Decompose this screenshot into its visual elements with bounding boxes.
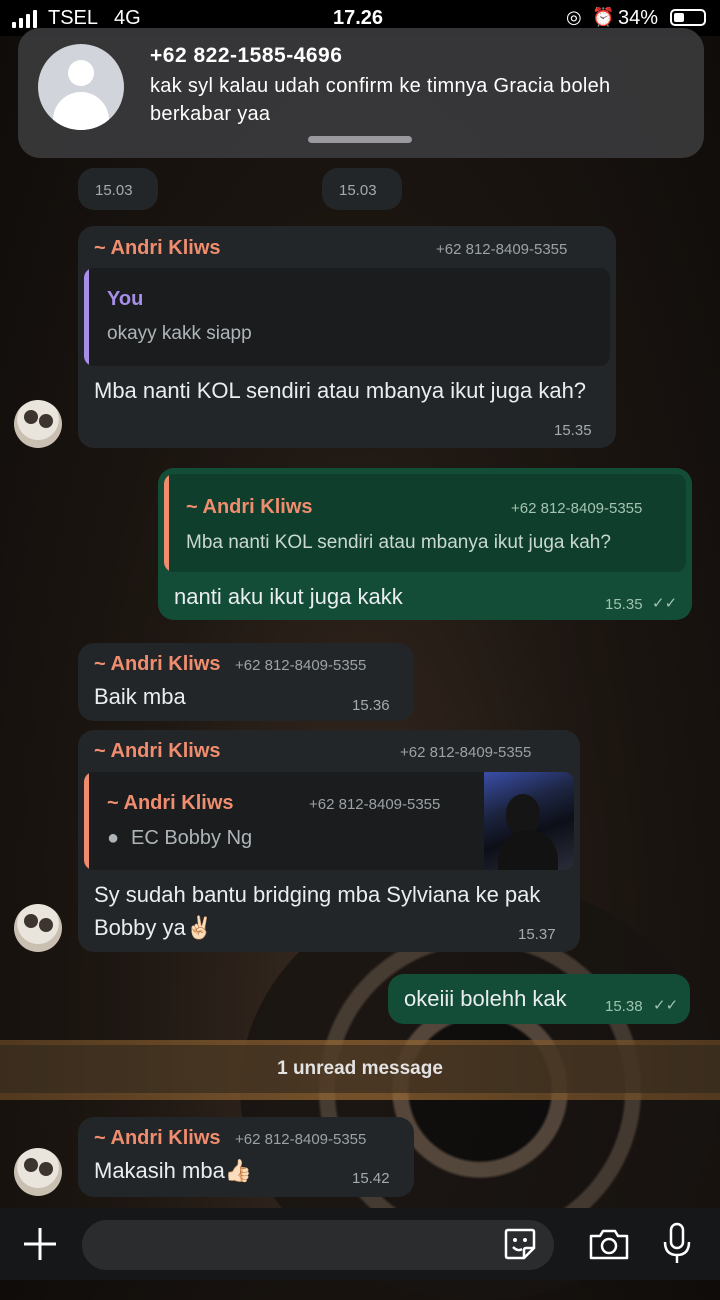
incoming-message[interactable]: ~ Andri Kliws +62 812-8409-5355 Makasih … [78,1117,414,1197]
plus-icon[interactable] [22,1226,58,1262]
sender-avatar[interactable] [14,400,62,448]
message-text: Baik mba [94,684,186,709]
quote-text: Mba nanti KOL sendiri atau mbanya ikut j… [186,532,611,553]
quote-sender: ~ Andri Kliws [186,496,313,518]
quote-phone: +62 812-8409-5355 [511,500,643,517]
message-text: Sy sudah bantu bridging mba Sylviana ke … [94,882,541,940]
clock: 17.26 [333,7,384,29]
message-time: 15.35 [605,596,643,613]
message-input-bar [0,1208,720,1280]
sender-avatar[interactable] [14,904,62,952]
message-text: okeiii bolehh kak [404,986,567,1011]
quote-contact: EC Bobby Ng [131,827,253,849]
notification-handle[interactable] [308,136,412,143]
contact-icon: ● [107,827,120,849]
sender-phone: +62 812-8409-5355 [436,241,568,258]
notification-text: kak syl kalau udah confirm ke timnya Gra… [150,75,611,125]
message-text: Mba nanti KOL sendiri atau mbanya ikut j… [94,378,587,403]
sender-name[interactable]: ~ Andri Kliws [94,1127,221,1150]
outgoing-message[interactable]: ~ Andri Kliws +62 812-8409-5355 Mba nant… [158,468,692,620]
quote-bar [164,474,169,572]
notification-banner[interactable]: +62 822-1585-4696 kak syl kalau udah con… [18,28,704,158]
quoted-message[interactable]: ~ Andri Kliws +62 812-8409-5355 ● EC Bob… [84,772,574,870]
message-time: 15.42 [352,1170,390,1187]
outgoing-message[interactable]: okeiii bolehh kak 15.38 ✓✓ [388,974,690,1024]
message-input[interactable] [82,1220,554,1270]
carrier-label: TSEL [48,7,99,29]
sender-avatar[interactable] [14,1148,62,1196]
sender-phone: +62 812-8409-5355 [400,744,532,761]
message-text: nanti aku ikut juga kakk [174,584,403,609]
message-time: 15.03 [339,182,377,199]
sender-name[interactable]: ~ Andri Kliws [94,653,221,676]
quoted-message[interactable]: ~ Andri Kliws +62 812-8409-5355 Mba nant… [164,474,686,572]
network-label: 4G [114,7,141,29]
signal-icon [12,10,37,28]
quoted-message[interactable]: You okayy kakk siapp [84,268,610,366]
incoming-message[interactable]: ~ Andri Kliws +62 812-8409-5355 You okay… [78,226,616,448]
quote-text: okayy kakk siapp [107,323,252,344]
read-receipt-icon: ✓✓ [653,997,679,1014]
microphone-icon[interactable] [662,1222,692,1266]
unread-divider: 1 unread message [0,1045,720,1093]
read-receipt-icon: ✓✓ [652,595,678,612]
sticker-icon[interactable] [502,1226,538,1262]
alarm-icon: ⏰ [592,7,615,27]
message-bubble-partial[interactable]: 15.03 [322,168,402,210]
incoming-message[interactable]: ~ Andri Kliws +62 812-8409-5355 Baik mba… [78,643,414,721]
quote-bar [84,268,89,366]
contact-avatar-icon [38,44,124,130]
sender-name[interactable]: ~ Andri Kliws [94,740,221,763]
rotation-lock-icon: ◎ [566,7,582,27]
sender-phone: +62 812-8409-5355 [235,657,367,674]
message-bubble-partial[interactable]: 15.03 [78,168,158,210]
message-text: Makasih mba👍🏻 [94,1158,253,1183]
message-time: 15.35 [554,422,592,439]
quote-phone: +62 812-8409-5355 [309,796,441,813]
message-time: 15.36 [352,697,390,714]
battery-icon [670,9,706,26]
sender-phone: +62 812-8409-5355 [235,1131,367,1148]
incoming-message[interactable]: ~ Andri Kliws +62 812-8409-5355 ~ Andri … [78,730,580,952]
message-time: 15.37 [518,926,556,943]
quote-sender: You [107,288,144,310]
sender-name[interactable]: ~ Andri Kliws [94,237,221,260]
battery-percent: 34% [618,7,659,29]
notification-sender: +62 822-1585-4696 [150,44,343,67]
message-time: 15.38 [605,998,643,1015]
camera-icon[interactable] [588,1226,630,1262]
contact-photo-thumbnail[interactable] [484,772,574,870]
quote-bar [84,772,89,870]
quote-sender: ~ Andri Kliws [107,792,234,814]
message-time: 15.03 [95,182,133,199]
